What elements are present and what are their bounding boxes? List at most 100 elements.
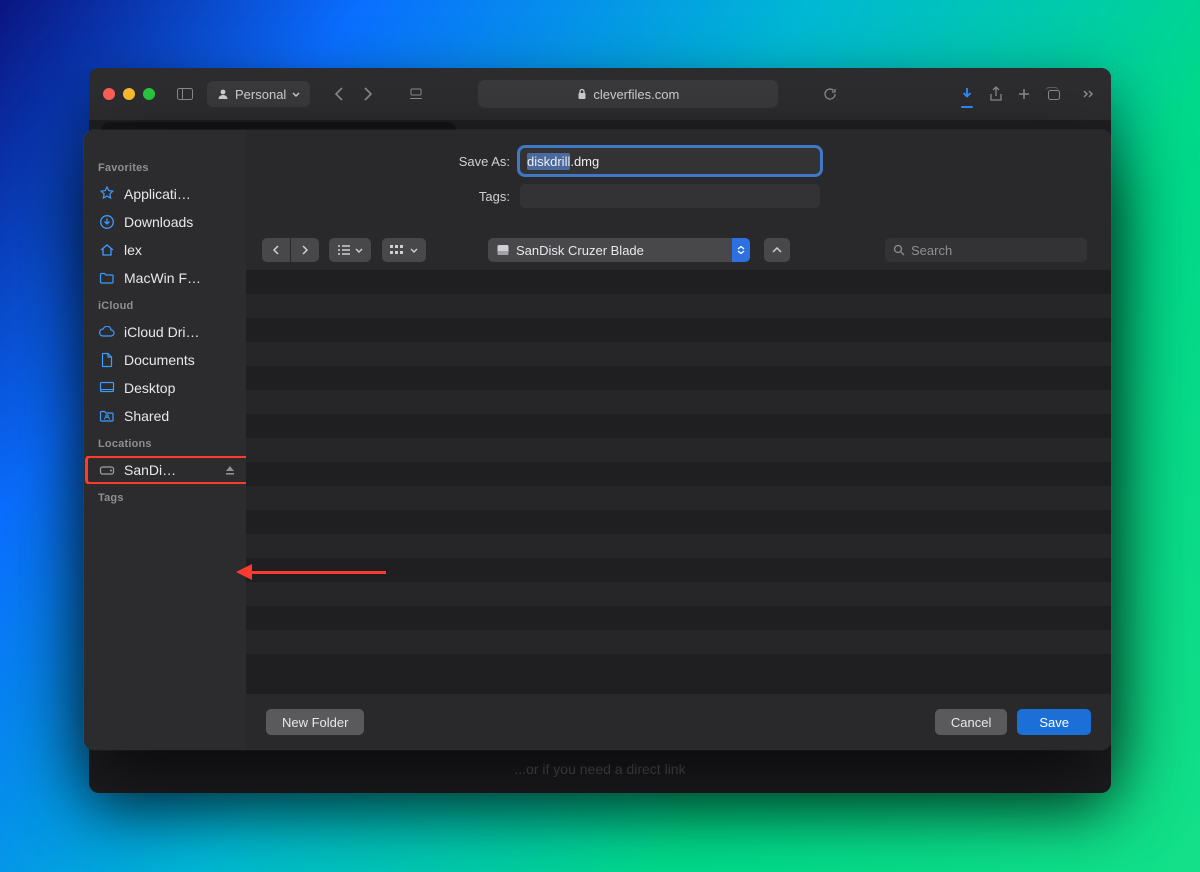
new-folder-button[interactable]: New Folder	[266, 709, 364, 735]
folder-icon	[98, 271, 116, 285]
sidebar-item-label: Downloads	[124, 214, 236, 230]
document-icon	[98, 352, 116, 368]
sidebar-item-macwin[interactable]: MacWin F…	[84, 264, 246, 292]
external-disk-icon	[98, 464, 116, 476]
list-row	[246, 582, 1111, 606]
sidebar-item-label: Shared	[124, 408, 236, 424]
filename-extension: .dmg	[570, 154, 599, 169]
list-row	[246, 342, 1111, 366]
collapse-dialog-button[interactable]	[764, 238, 790, 262]
downloads-icon	[98, 214, 116, 230]
browser-toolbar: SanDisk Cruzer Blade Search	[246, 230, 1111, 270]
dialog-main: Save As: diskdrill.dmg Tags:	[246, 130, 1111, 750]
dialog-bottom-bar: New Folder Cancel Save	[246, 694, 1111, 750]
share-button[interactable]	[989, 86, 1003, 102]
reload-button[interactable]	[816, 82, 844, 106]
history-forward-button[interactable]	[291, 238, 319, 262]
sidebar-item-sandisk[interactable]: SanDi…	[84, 456, 246, 484]
view-mode-list-button[interactable]	[329, 238, 371, 262]
address-bar[interactable]: cleverfiles.com	[478, 80, 778, 108]
search-input[interactable]: Search	[885, 238, 1087, 262]
list-row	[246, 294, 1111, 318]
disk-icon	[496, 243, 510, 257]
tags-label: Tags:	[270, 189, 520, 204]
chevron-down-icon	[410, 248, 418, 253]
list-row	[246, 318, 1111, 342]
list-row	[246, 630, 1111, 654]
list-row	[246, 510, 1111, 534]
sidebar-item-label: lex	[124, 242, 236, 258]
sidebar-section-locations: Locations	[84, 430, 246, 456]
filename-selected-text: diskdrill	[527, 153, 570, 170]
sidebar-item-label: Documents	[124, 352, 236, 368]
sidebar-item-label: Applicati…	[124, 186, 236, 202]
eject-button[interactable]	[224, 464, 236, 476]
cancel-button[interactable]: Cancel	[935, 709, 1007, 735]
list-row	[246, 270, 1111, 294]
sidebar-item-home[interactable]: lex	[84, 236, 246, 264]
list-row	[246, 366, 1111, 390]
forward-button[interactable]	[354, 82, 382, 106]
save-as-label: Save As:	[270, 154, 520, 169]
file-list[interactable]	[246, 270, 1111, 694]
location-selected-text: SanDisk Cruzer Blade	[516, 243, 732, 258]
website-settings-button[interactable]	[402, 82, 430, 106]
sidebar-item-label: MacWin F…	[124, 270, 236, 286]
save-button[interactable]: Save	[1017, 709, 1091, 735]
dialog-sidebar: Favorites Applicati… Downloads lex MacWi…	[84, 130, 246, 750]
list-row	[246, 486, 1111, 510]
fullscreen-window-button[interactable]	[143, 88, 155, 100]
sidebar-item-downloads[interactable]: Downloads	[84, 208, 246, 236]
page-hint-text: ...or if you need a direct link	[89, 761, 1111, 777]
shared-folder-icon	[98, 409, 116, 423]
tab-overview-button[interactable]	[1045, 87, 1061, 101]
back-button[interactable]	[324, 82, 352, 106]
list-icon	[337, 245, 351, 255]
chevron-down-icon	[355, 248, 363, 253]
list-row	[246, 390, 1111, 414]
new-tab-button[interactable]	[1017, 87, 1031, 101]
sidebar-section-icloud: iCloud	[84, 292, 246, 318]
history-back-button[interactable]	[262, 238, 290, 262]
location-dropdown[interactable]: SanDisk Cruzer Blade	[488, 238, 750, 262]
dropdown-stepper	[732, 238, 750, 262]
list-row	[246, 438, 1111, 462]
sidebar-item-applications[interactable]: Applicati…	[84, 180, 246, 208]
plus-icon	[1017, 87, 1031, 101]
downloads-button[interactable]	[959, 86, 975, 102]
profile-selector[interactable]: Personal	[207, 81, 310, 107]
sidebar-item-documents[interactable]: Documents	[84, 346, 246, 374]
sidebar-item-label: SanDi…	[124, 462, 212, 478]
list-row	[246, 534, 1111, 558]
sidebar-item-label: iCloud Dri…	[124, 324, 236, 340]
list-row	[246, 558, 1111, 582]
search-icon	[893, 244, 905, 256]
save-dialog: Favorites Applicati… Downloads lex MacWi…	[84, 130, 1111, 750]
save-as-input[interactable]: diskdrill.dmg	[520, 148, 820, 174]
cancel-label: Cancel	[951, 715, 991, 730]
share-icon	[989, 86, 1003, 102]
list-row	[246, 606, 1111, 630]
overflow-button[interactable]	[1083, 90, 1097, 98]
list-row	[246, 462, 1111, 486]
sidebar-item-desktop[interactable]: Desktop	[84, 374, 246, 402]
url-host: cleverfiles.com	[593, 87, 679, 102]
group-by-button[interactable]	[382, 238, 426, 262]
desktop-icon	[98, 381, 116, 395]
chevron-double-right-icon	[1083, 90, 1097, 98]
tabs-icon	[1045, 87, 1061, 101]
tags-input[interactable]	[520, 184, 820, 208]
sidebar-section-tags: Tags	[84, 484, 246, 510]
minimize-window-button[interactable]	[123, 88, 135, 100]
sidebar-item-shared[interactable]: Shared	[84, 402, 246, 430]
sidebar-item-label: Desktop	[124, 380, 236, 396]
sidebar-section-favorites: Favorites	[84, 154, 246, 180]
search-placeholder: Search	[911, 243, 952, 258]
sidebar-toggle-button[interactable]	[171, 82, 199, 106]
person-icon	[217, 88, 229, 100]
sidebar-item-icloud-drive[interactable]: iCloud Dri…	[84, 318, 246, 346]
house-icon	[98, 242, 116, 258]
chevron-down-icon	[292, 92, 300, 97]
window-traffic-lights	[103, 88, 155, 100]
close-window-button[interactable]	[103, 88, 115, 100]
